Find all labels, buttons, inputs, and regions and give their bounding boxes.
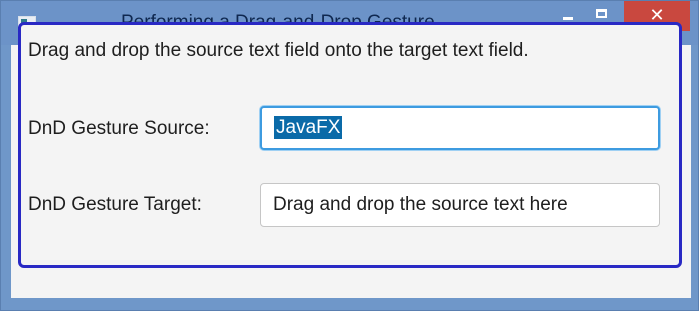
minimize-icon: [563, 17, 573, 20]
source-selected-text[interactable]: JavaFX: [274, 116, 343, 139]
target-field-value: Drag and drop the source text here: [273, 194, 568, 215]
source-field-value: JavaFX: [274, 116, 343, 139]
target-text-field[interactable]: Drag and drop the source text here: [260, 183, 660, 227]
source-label: DnD Gesture Source:: [28, 118, 210, 139]
source-text-field[interactable]: JavaFX: [260, 106, 660, 150]
maximize-icon: [596, 9, 607, 18]
target-label: DnD Gesture Target:: [28, 194, 202, 215]
instruction-text: Drag and drop the source text field onto…: [28, 40, 529, 61]
